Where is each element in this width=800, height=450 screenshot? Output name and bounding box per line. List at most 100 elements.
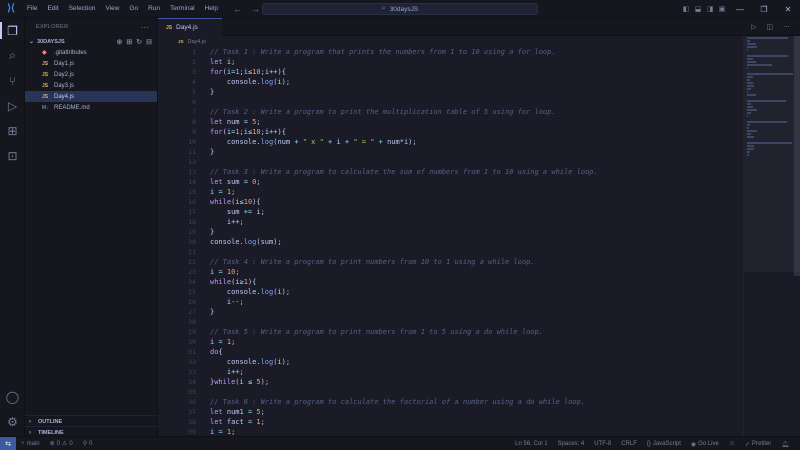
code-line[interactable]: 30 i = 1; — [158, 337, 743, 347]
code-line[interactable]: 18 i++; — [158, 217, 743, 227]
code-line[interactable]: 5} — [158, 87, 743, 97]
vscode-logo-icon[interactable]: ⟩⟨ — [0, 0, 22, 18]
code-line[interactable]: 39 i = 1; — [158, 427, 743, 436]
command-center-search[interactable]: ⌕ 30daysJS — [262, 3, 538, 15]
menu-go[interactable]: Go — [124, 0, 143, 18]
source-control-icon[interactable]: ⑂ — [0, 68, 25, 93]
layout-sidebar-right-icon[interactable]: ◨ — [704, 0, 716, 18]
close-icon[interactable]: ✕ — [776, 0, 800, 18]
tab-day4[interactable]: JS Day4.js — [158, 18, 222, 36]
code-line[interactable]: 31 do{ — [158, 347, 743, 357]
menu-run[interactable]: Run — [143, 0, 165, 18]
run-debug-icon[interactable]: ▷ — [0, 93, 25, 118]
notifications-bell-icon[interactable]: 🔔︎ — [776, 441, 794, 448]
code-line[interactable]: 37 let num1 = 5; — [158, 407, 743, 417]
code-line[interactable]: 26 i--; — [158, 297, 743, 307]
code-line[interactable]: 21 — [158, 247, 743, 257]
remote-indicator-icon[interactable]: ⇆ — [0, 436, 16, 450]
code-line[interactable]: 17 sum += i; — [158, 207, 743, 217]
breadcrumb-file[interactable]: Day4.js — [188, 39, 206, 45]
code-line[interactable]: 1 // Task 1 : Write a program that prints… — [158, 47, 743, 57]
code-line[interactable]: 27} — [158, 307, 743, 317]
layout-sidebar-left-icon[interactable]: ◧ — [680, 0, 692, 18]
run-code-icon[interactable]: ▷ — [751, 23, 756, 31]
go-live[interactable]: ◉ Go Live — [686, 441, 724, 448]
code-line[interactable]: 20 console.log(sum); — [158, 237, 743, 247]
forward-arrow-icon[interactable]: → — [251, 4, 260, 14]
code-line[interactable]: 38 let fact = 1; — [158, 417, 743, 427]
manage-gear-icon[interactable]: ⚙ — [0, 409, 25, 434]
explorer-icon[interactable]: ❐ — [0, 18, 25, 43]
minimap-slider[interactable] — [744, 36, 800, 272]
layout-panel-icon[interactable]: ⬓ — [692, 0, 704, 18]
code-line[interactable]: 4 console.log(i); — [158, 77, 743, 87]
cursor-position[interactable]: Ln 56, Col 1 — [510, 441, 552, 447]
code-line[interactable]: 24 while(i≥1){ — [158, 277, 743, 287]
file-gitattributes[interactable]: ◆ .gitattributes — [25, 47, 157, 58]
extensions-icon[interactable]: ⊞ — [0, 118, 25, 143]
remote-explorer-icon[interactable]: ⊡ — [0, 143, 25, 168]
menu-selection[interactable]: Selection — [64, 0, 101, 18]
vertical-scrollbar[interactable] — [794, 36, 800, 276]
code-line[interactable]: 10 console.log(num + " x " + i + " = " +… — [158, 137, 743, 147]
code-line[interactable]: 33 i++; — [158, 367, 743, 377]
code-line[interactable]: 16 while(i≤10){ — [158, 197, 743, 207]
back-arrow-icon[interactable]: ← — [233, 4, 242, 14]
code-line[interactable]: 11} — [158, 147, 743, 157]
code-line[interactable]: 25 console.log(i); — [158, 287, 743, 297]
minimize-icon[interactable]: — — [728, 0, 752, 18]
code-line[interactable]: 22 // Task 4 : Write a program to print n… — [158, 257, 743, 267]
code-line[interactable]: 32 console.log(i); — [158, 357, 743, 367]
restore-icon[interactable]: ❐ — [752, 0, 776, 18]
new-folder-icon[interactable]: ⊞ — [126, 38, 132, 46]
code-line[interactable]: 35 — [158, 387, 743, 397]
menu-file[interactable]: File — [22, 0, 42, 18]
more-actions-icon[interactable]: ⋯ — [783, 23, 790, 31]
end-of-line[interactable]: CRLF — [616, 441, 642, 447]
menu-terminal[interactable]: Terminal — [165, 0, 200, 18]
more-actions-icon[interactable]: ⋯ — [141, 23, 149, 32]
code-line[interactable]: 14 let sum = 0; — [158, 177, 743, 187]
search-icon[interactable]: ⌕ — [0, 43, 25, 68]
language-mode[interactable]: {} JavaScript — [642, 441, 686, 447]
code-line[interactable]: 28 — [158, 317, 743, 327]
encoding[interactable]: UTF-8 — [589, 441, 616, 447]
code-line[interactable]: 13 // Task 3 : Write a program to calcula… — [158, 167, 743, 177]
code-line[interactable]: 3 for(i=1;i≤10;i++){ — [158, 67, 743, 77]
code-editor[interactable]: 1 // Task 1 : Write a program that prints… — [158, 47, 743, 436]
code-line[interactable]: 34}while(i ≤ 5); — [158, 377, 743, 387]
branch-status[interactable]: ⑂ main — [16, 441, 45, 447]
code-line[interactable]: 7 // Task 2 : Write a program to print th… — [158, 107, 743, 117]
prettier-status[interactable]: ✓ Prettier — [740, 441, 776, 448]
code-line[interactable]: 19} — [158, 227, 743, 237]
account-icon[interactable]: ◯ — [0, 384, 25, 409]
file-day2[interactable]: JS Day2.js — [25, 69, 157, 80]
code-line[interactable]: 23 i = 10; — [158, 267, 743, 277]
menu-help[interactable]: Help — [200, 0, 223, 18]
code-line[interactable]: 15 i = 1; — [158, 187, 743, 197]
file-day3[interactable]: JS Day3.js — [25, 80, 157, 91]
code-line[interactable]: 9 for(i=1;i≤10;i++){ — [158, 127, 743, 137]
code-line[interactable]: 2 let i; — [158, 57, 743, 67]
menu-edit[interactable]: Edit — [42, 0, 63, 18]
code-line[interactable]: 29 // Task 5 : Write a program to print n… — [158, 327, 743, 337]
refresh-icon[interactable]: ↻ — [136, 38, 142, 46]
code-line[interactable]: 8 let num = 5; — [158, 117, 743, 127]
indentation[interactable]: Spaces: 4 — [553, 441, 590, 447]
split-editor-icon[interactable]: ◫ — [766, 23, 773, 31]
code-line[interactable]: 36 // Task 6 : Write a program to calcula… — [158, 397, 743, 407]
workspace-folder[interactable]: ⌄ 30DAYSJS ⊕ ⊞ ↻ ⊟ — [25, 36, 157, 47]
code-line[interactable]: 6 — [158, 97, 743, 107]
customize-layout-icon[interactable]: ▣ — [716, 0, 728, 18]
problems-status[interactable]: ⊗ 0 ⚠ 0 — [45, 440, 78, 448]
ports-status[interactable]: ⚲ 0 — [78, 440, 98, 448]
minimap[interactable] — [743, 36, 800, 436]
collapse-all-icon[interactable]: ⊟ — [146, 38, 152, 46]
copilot-icon[interactable]: ☺ — [724, 441, 740, 447]
code-line[interactable]: 12 — [158, 157, 743, 167]
menu-view[interactable]: View — [100, 0, 124, 18]
file-day1[interactable]: JS Day1.js — [25, 58, 157, 69]
new-file-icon[interactable]: ⊕ — [117, 38, 123, 46]
file-day4[interactable]: JS Day4.js — [25, 91, 157, 102]
file-readme[interactable]: M↓ README.md — [25, 102, 157, 113]
